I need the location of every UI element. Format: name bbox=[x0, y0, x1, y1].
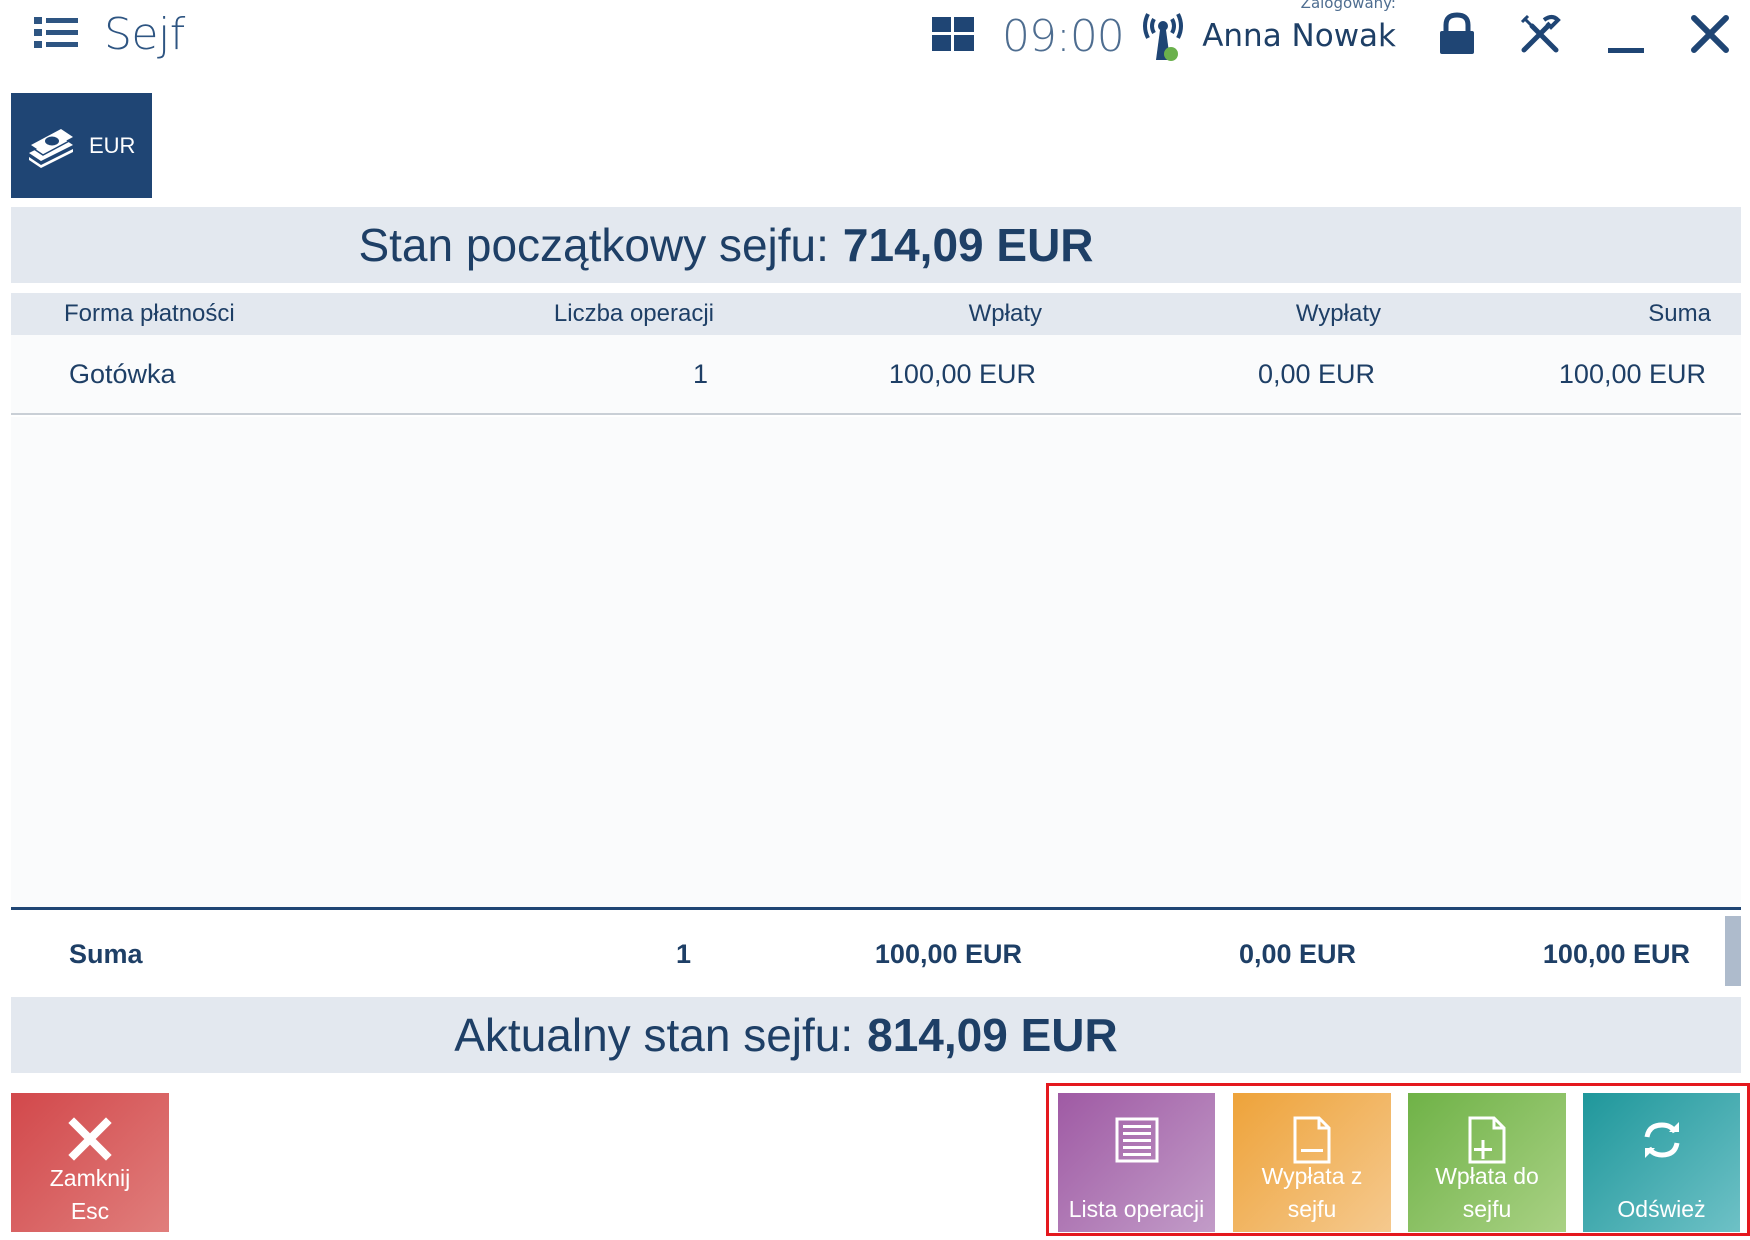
table-row[interactable]: Gotówka 1 100,00 EUR 0,00 EUR 100,00 EUR bbox=[11, 335, 1741, 415]
document-icon bbox=[1293, 1116, 1331, 1164]
document-add-icon bbox=[1468, 1116, 1506, 1164]
sum-label: Suma bbox=[69, 939, 143, 969]
minimize-icon[interactable] bbox=[1604, 12, 1648, 56]
user-name: Anna Nowak bbox=[1202, 18, 1396, 54]
table-empty-area bbox=[11, 417, 1741, 907]
refresh-button[interactable]: Odśwież bbox=[1583, 1093, 1740, 1232]
sum-operation-count: 1 bbox=[675, 939, 691, 969]
column-header-operation-count[interactable]: Liczba operacji bbox=[554, 293, 714, 335]
menu-icon[interactable] bbox=[34, 14, 80, 50]
cell-operation-count: 1 bbox=[692, 359, 708, 389]
cell-payment-method: Gotówka bbox=[69, 359, 176, 389]
signal-icon[interactable] bbox=[1140, 8, 1186, 64]
current-balance-label: Aktualny stan sejfu: bbox=[454, 1009, 854, 1061]
sum-deposits: 100,00 EUR bbox=[874, 939, 1022, 969]
column-header-payment-method[interactable]: Forma płatności bbox=[64, 293, 235, 335]
windows-icon[interactable] bbox=[932, 17, 974, 51]
current-balance-value: 814,09 EUR bbox=[867, 1009, 1118, 1061]
scrollbar-thumb[interactable] bbox=[1725, 916, 1741, 986]
cell-deposits: 100,00 EUR bbox=[888, 359, 1036, 389]
currency-label: EUR bbox=[89, 132, 136, 158]
payout-label-line1: Wypłata z bbox=[1261, 1163, 1363, 1189]
column-header-total[interactable]: Suma bbox=[1648, 293, 1711, 335]
clock: 09:00 bbox=[1002, 11, 1125, 62]
start-balance-label: Stan początkowy sejfu: bbox=[358, 219, 829, 271]
deposit-to-safe-button[interactable]: Wpłata do sejfu bbox=[1408, 1093, 1566, 1232]
column-header-withdrawals[interactable]: Wypłaty bbox=[1296, 293, 1381, 335]
deposit-label-line1: Wpłata do bbox=[1435, 1163, 1539, 1189]
operations-list-label: Lista operacji bbox=[1068, 1196, 1205, 1222]
start-balance-value: 714,09 EUR bbox=[842, 219, 1094, 271]
page-title: Sejf bbox=[104, 9, 185, 60]
cell-withdrawals: 0,00 EUR bbox=[1257, 359, 1375, 389]
deposit-label-line2: sejfu bbox=[1462, 1196, 1512, 1222]
cell-total: 100,00 EUR bbox=[1558, 359, 1706, 389]
currency-tile-eur[interactable]: EUR bbox=[11, 93, 152, 198]
logged-in-label: Zalogowany: bbox=[1300, 0, 1396, 12]
lock-icon[interactable] bbox=[1436, 12, 1478, 56]
table-header: Forma płatności Liczba operacji Wpłaty W… bbox=[11, 293, 1741, 335]
refresh-icon bbox=[1644, 1122, 1679, 1158]
operations-list-button[interactable]: Lista operacji bbox=[1058, 1093, 1215, 1232]
tools-icon[interactable] bbox=[1518, 12, 1562, 56]
payout-from-safe-button[interactable]: Wypłata z sejfu bbox=[1233, 1093, 1391, 1232]
refresh-label: Odśwież bbox=[1617, 1196, 1706, 1222]
close-button-shortcut: Esc bbox=[70, 1198, 110, 1224]
sum-total: 100,00 EUR bbox=[1542, 939, 1690, 969]
current-balance-band: Aktualny stan sejfu: 814,09 EUR bbox=[11, 997, 1741, 1073]
sum-withdrawals: 0,00 EUR bbox=[1238, 939, 1356, 969]
cash-icon bbox=[29, 128, 74, 168]
close-button[interactable]: Zamknij Esc bbox=[11, 1093, 169, 1232]
top-bar: Sejf 09:00 Zalogowany: Anna Nowak bbox=[0, 0, 1750, 78]
column-header-deposits[interactable]: Wpłaty bbox=[969, 293, 1042, 335]
close-x-icon bbox=[68, 1117, 112, 1161]
close-icon[interactable] bbox=[1688, 12, 1732, 56]
payout-label-line2: sejfu bbox=[1287, 1196, 1337, 1222]
table-sum-row: Suma 1 100,00 EUR 0,00 EUR 100,00 EUR bbox=[11, 907, 1741, 987]
list-icon bbox=[1115, 1117, 1158, 1163]
start-balance-band: Stan początkowy sejfu: 714,09 EUR bbox=[11, 207, 1741, 283]
close-button-label: Zamknij bbox=[49, 1165, 131, 1191]
